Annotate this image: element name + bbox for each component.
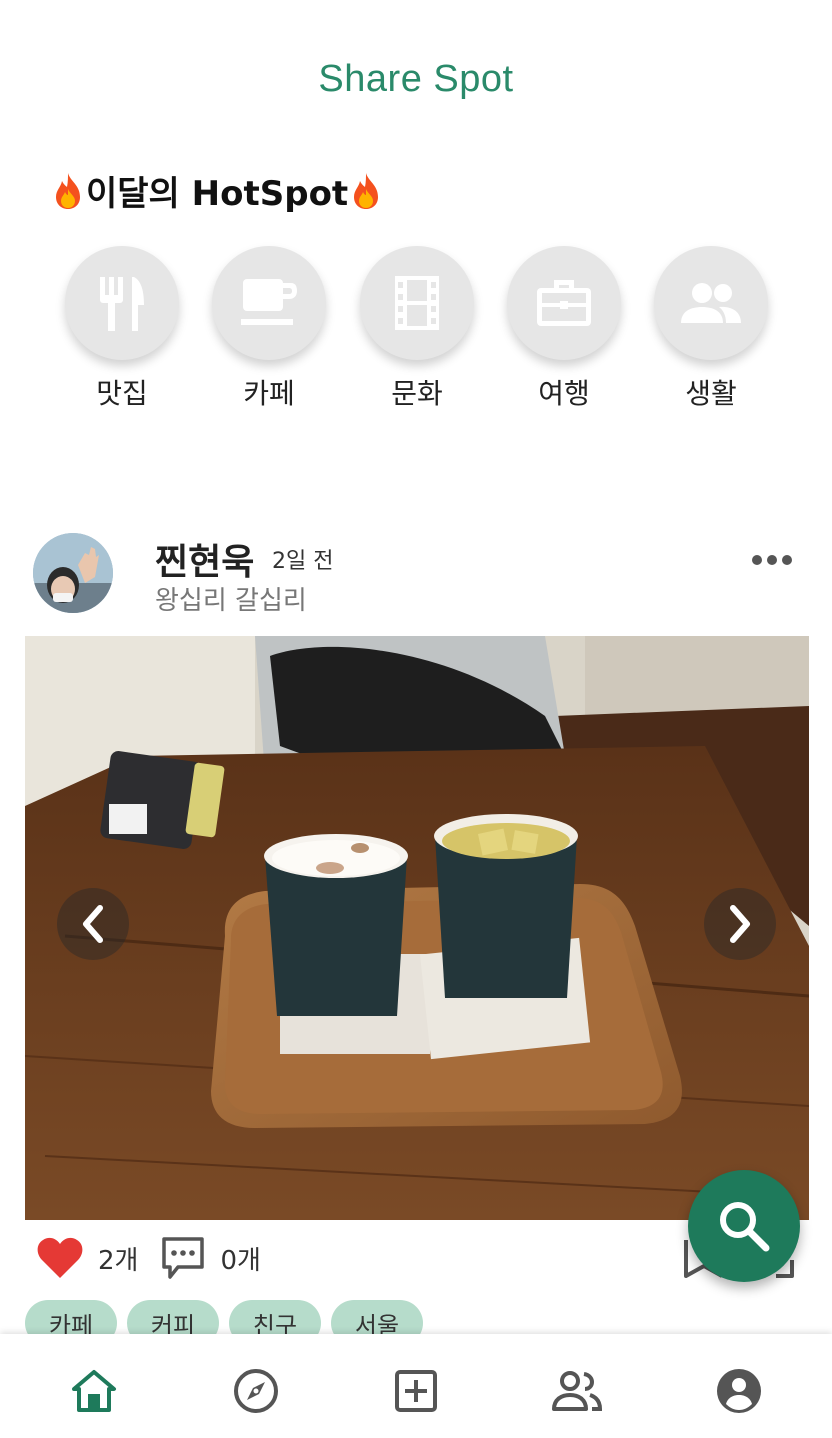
cafe-photo — [25, 636, 809, 1220]
post-time: 2일 전 — [272, 549, 334, 574]
nav-add-post[interactable] — [391, 1366, 441, 1416]
category-button[interactable] — [507, 246, 621, 360]
hotspot-title-text: 이달의 HotSpot — [86, 174, 349, 214]
chevron-right-icon — [730, 905, 750, 943]
next-image-button[interactable] — [704, 888, 776, 960]
account-circle-icon — [717, 1369, 761, 1413]
search-icon — [720, 1202, 770, 1252]
heart-icon[interactable] — [36, 1236, 84, 1280]
nav-friends[interactable] — [552, 1366, 602, 1416]
category-button[interactable] — [654, 246, 768, 360]
chevron-left-icon — [83, 905, 103, 943]
avatar-photo — [33, 533, 113, 613]
category-button[interactable] — [360, 246, 474, 360]
more-options-button[interactable] — [752, 550, 792, 570]
nav-home[interactable] — [69, 1366, 119, 1416]
category-button[interactable] — [65, 246, 179, 360]
category-label: 생활 — [685, 377, 737, 410]
post-image[interactable] — [25, 636, 809, 1220]
prev-image-button[interactable] — [57, 888, 129, 960]
dot-icon — [767, 555, 777, 565]
category-travel[interactable]: 여행 — [507, 246, 621, 412]
home-icon — [72, 1370, 116, 1412]
dot-icon — [782, 555, 792, 565]
fire-icon — [354, 172, 379, 209]
comment-count: 0개 — [220, 1245, 261, 1276]
category-cafe[interactable]: 카페 — [212, 246, 326, 412]
author-name[interactable]: 찐현욱 — [155, 533, 254, 585]
bottom-navigation — [0, 1334, 832, 1438]
category-label: 맛집 — [96, 377, 148, 410]
category-life[interactable]: 생활 — [654, 246, 768, 412]
compass-icon — [234, 1369, 278, 1413]
like-count: 2개 — [98, 1245, 139, 1276]
film-icon — [395, 276, 439, 330]
cafe-icon — [241, 279, 297, 325]
fire-icon — [56, 172, 80, 209]
post-header: 찐현욱 2일 전 왕십리 갈십리 — [0, 530, 832, 620]
nav-explore[interactable] — [231, 1366, 281, 1416]
app-title: Share Spot — [318, 58, 514, 100]
luggage-icon — [537, 280, 591, 326]
post-location: 왕십리 갈십리 — [155, 586, 307, 616]
category-culture[interactable]: 문화 — [360, 246, 474, 412]
dot-icon — [752, 555, 762, 565]
add-box-icon — [395, 1370, 437, 1412]
category-button[interactable] — [212, 246, 326, 360]
search-fab-button[interactable] — [688, 1170, 800, 1282]
category-label: 여행 — [538, 377, 590, 410]
category-label: 문화 — [391, 377, 443, 410]
avatar[interactable] — [33, 533, 113, 613]
people-icon — [681, 283, 741, 323]
post-actions: 2개 0개 — [36, 1234, 283, 1282]
restaurant-icon — [100, 277, 144, 331]
category-label: 카페 — [243, 377, 295, 410]
category-restaurant[interactable]: 맛집 — [65, 246, 179, 412]
people-icon — [552, 1371, 602, 1411]
hotspot-title: 이달의 HotSpot — [50, 166, 384, 215]
comment-icon[interactable] — [160, 1235, 206, 1281]
nav-profile[interactable] — [714, 1366, 764, 1416]
